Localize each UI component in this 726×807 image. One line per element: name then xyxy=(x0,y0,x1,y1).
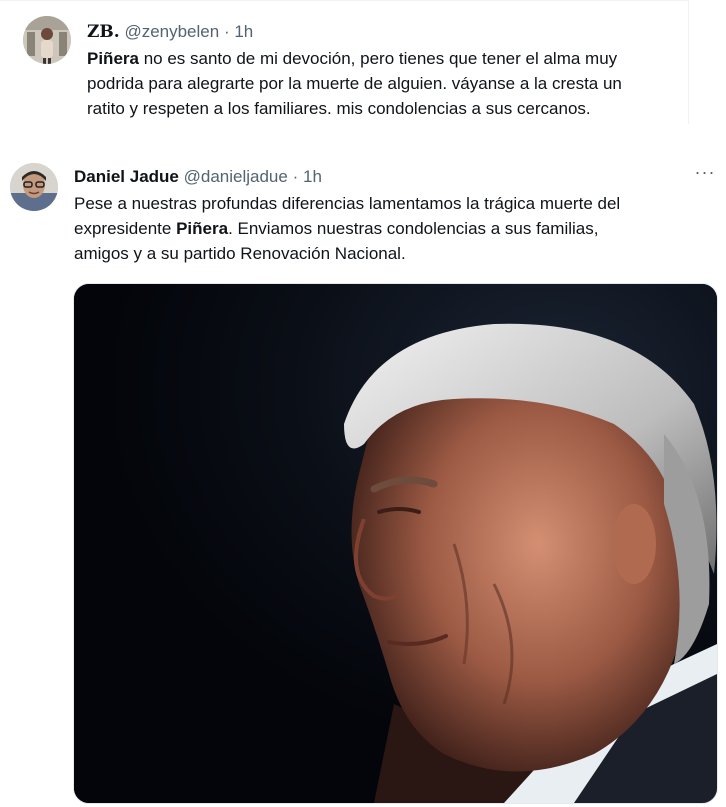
display-name[interactable]: Daniel Jadue xyxy=(74,167,179,186)
text-line: podrida para alegrarte por la muerte de … xyxy=(87,74,622,93)
tweet-text: Piñera no es santo de mi devoción, pero … xyxy=(87,46,697,121)
bold-mention: Piñera xyxy=(87,49,139,68)
timestamp[interactable]: 1h xyxy=(303,167,322,186)
display-name[interactable]: ZB. xyxy=(87,22,120,42)
meta-separator: · xyxy=(292,167,299,186)
tweet-header: Daniel Jadue @danieljadue · 1h xyxy=(74,166,322,188)
meta-separator: · xyxy=(223,22,230,41)
timestamp[interactable]: 1h xyxy=(234,22,253,41)
bold-mention: Piñera xyxy=(176,219,229,238)
text-line: expresidente xyxy=(74,219,177,238)
text-line: Pese a nuestras profundas diferencias la… xyxy=(74,194,621,213)
tweet-text: Pese a nuestras profundas diferencias la… xyxy=(74,191,714,266)
text-line: amigos y a su partido Renovación Naciona… xyxy=(74,244,406,263)
text-line: no es santo de mi devoción, pero tienes … xyxy=(138,49,618,68)
avatar-zenybelen[interactable] xyxy=(23,16,71,64)
username[interactable]: @danieljadue xyxy=(184,167,288,186)
username[interactable]: @zenybelen xyxy=(124,22,219,41)
text-line: ratito y respeten a los familiares. mis … xyxy=(87,99,591,118)
avatar-danieljadue[interactable] xyxy=(10,163,58,211)
more-options-icon[interactable]: ··· xyxy=(690,160,720,184)
tweet-photo[interactable] xyxy=(73,283,718,804)
text-line: . Enviamos nuestras condolencias a sus f… xyxy=(228,219,599,238)
tweet-header: ZB. @zenybelen · 1h xyxy=(87,21,253,43)
divider xyxy=(0,0,688,1)
